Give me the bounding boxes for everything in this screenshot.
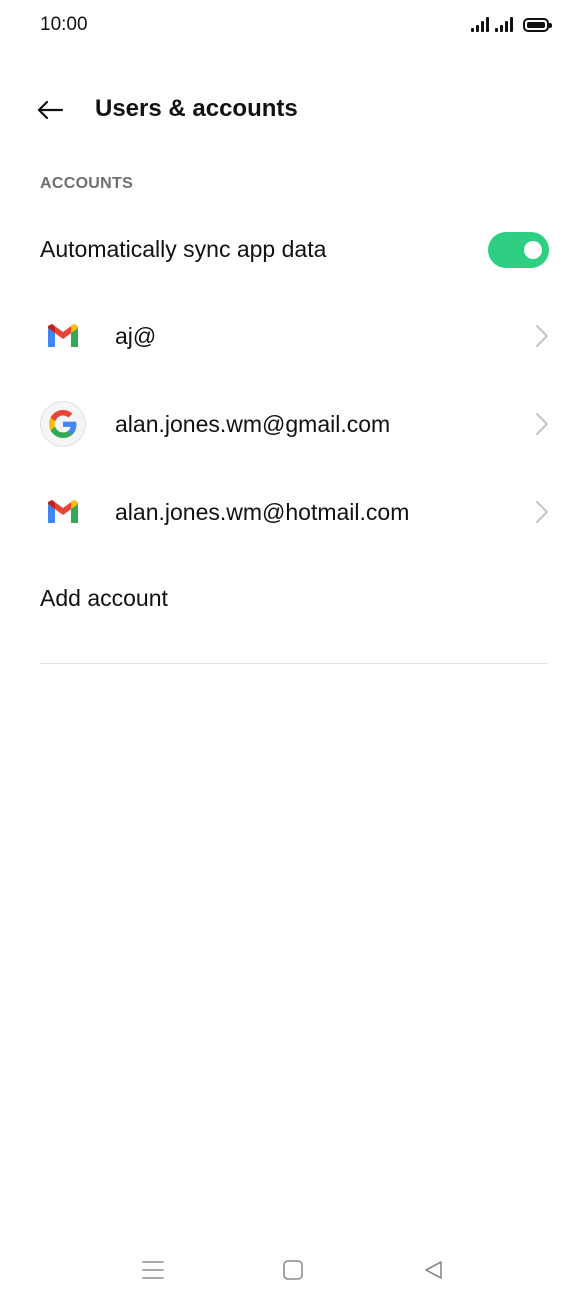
account-row-aj[interactable]: aj@	[0, 296, 587, 376]
account-email: aj@	[115, 323, 157, 349]
add-account-button[interactable]: Add account	[0, 565, 587, 635]
page-title: Users & accounts	[95, 95, 298, 122]
battery-icon	[523, 18, 552, 32]
back-triangle-icon	[425, 1261, 442, 1279]
google-icon	[40, 401, 86, 447]
menu-icon	[142, 1261, 164, 1279]
gmail-icon	[40, 313, 86, 359]
home-button[interactable]	[273, 1255, 313, 1285]
account-email: alan.jones.wm@hotmail.com	[115, 499, 410, 525]
google-icon-container	[40, 401, 86, 447]
account-row-gmail[interactable]: alan.jones.wm@gmail.com	[0, 384, 587, 464]
sync-label: Automatically sync app data	[40, 236, 327, 262]
home-icon	[283, 1260, 303, 1280]
chevron-right-icon	[536, 413, 548, 435]
status-bar: 10:00	[0, 0, 587, 54]
add-account-label: Add account	[40, 585, 168, 611]
chevron-right-icon	[536, 325, 548, 347]
chevron-right-icon	[536, 501, 548, 523]
toggle-knob	[524, 241, 542, 259]
sync-setting-row[interactable]: Automatically sync app data	[0, 215, 587, 285]
account-row-hotmail[interactable]: alan.jones.wm@hotmail.com	[0, 472, 587, 552]
header: Users & accounts	[0, 80, 587, 140]
sync-toggle[interactable]	[488, 232, 549, 268]
account-email: alan.jones.wm@gmail.com	[115, 411, 391, 437]
signal-icon	[495, 16, 513, 32]
recents-button[interactable]	[133, 1255, 173, 1285]
status-icons	[471, 16, 552, 32]
divider	[40, 663, 548, 664]
arrow-left-icon	[37, 100, 64, 120]
gmail-icon	[40, 489, 86, 535]
section-label-accounts: ACCOUNTS	[40, 175, 134, 192]
status-time: 10:00	[40, 14, 88, 35]
navigation-bar	[0, 1240, 587, 1300]
system-back-button[interactable]	[413, 1255, 453, 1285]
back-button[interactable]	[30, 92, 70, 128]
signal-icon	[471, 16, 489, 32]
